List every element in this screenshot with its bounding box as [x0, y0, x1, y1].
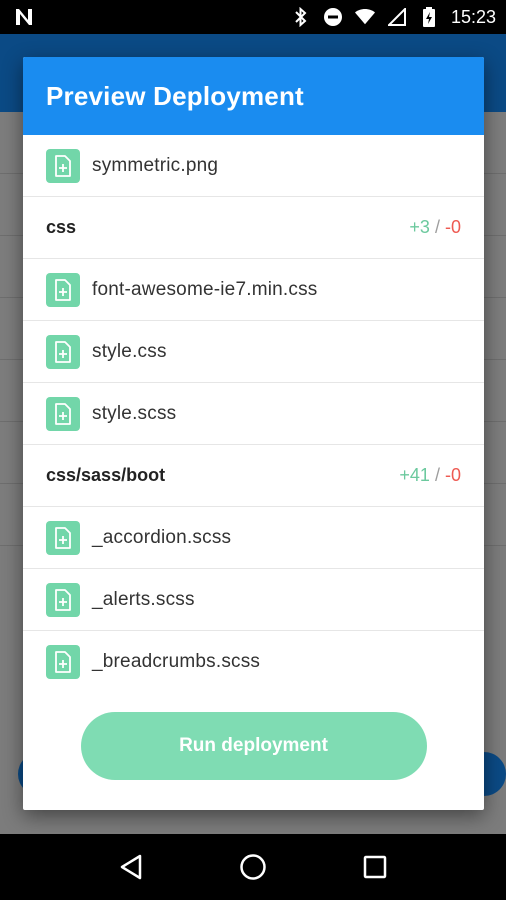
bluetooth-icon — [291, 7, 311, 27]
wifi-icon — [354, 7, 375, 27]
status-time: 15:23 — [450, 6, 496, 27]
file-name: style.css — [92, 340, 167, 362]
stat-separator: / — [434, 465, 440, 485]
n-logo-icon — [14, 7, 34, 27]
file-name: symmetric.png — [92, 154, 219, 176]
folder-group-row: css/sass/boot +41 / -0 — [23, 445, 484, 507]
change-stats: +41 / -0 — [399, 465, 461, 486]
file-name: _alerts.scss — [92, 588, 195, 610]
file-add-icon — [46, 396, 80, 431]
battery-charging-icon — [419, 7, 439, 27]
file-row[interactable]: font-awesome-ie7.min.css — [23, 259, 484, 321]
status-bar: 15:23 — [0, 0, 506, 34]
added-count: +41 — [399, 465, 430, 485]
change-stats: +3 / -0 — [409, 217, 461, 238]
no-sim-icon — [387, 7, 407, 27]
added-count: +3 — [409, 217, 430, 237]
folder-name: css/sass/boot — [46, 465, 166, 485]
file-name: _accordion.scss — [92, 526, 232, 548]
file-add-icon — [46, 582, 80, 617]
file-list[interactable]: symmetric.png css +3 / -0 font-awesome-ie7.… — [23, 135, 484, 685]
file-name: _breadcrumbs.scss — [92, 651, 261, 672]
recents-icon[interactable] — [353, 845, 397, 889]
file-name: font-awesome-ie7.min.css — [92, 278, 318, 300]
file-add-icon — [46, 645, 80, 679]
run-deployment-button[interactable]: Run deployment — [80, 711, 427, 780]
dialog-title: Preview Deployment — [46, 80, 304, 111]
file-add-icon — [46, 272, 80, 307]
navigation-bar — [0, 834, 506, 900]
folder-name: css — [46, 217, 77, 237]
file-row[interactable]: _alerts.scss — [23, 569, 484, 631]
back-icon[interactable] — [109, 845, 153, 889]
file-name: style.scss — [92, 402, 177, 424]
file-add-icon — [46, 148, 80, 183]
preview-deployment-dialog: Preview Deployment symmetric.png css +3 / … — [23, 57, 484, 810]
file-row[interactable]: style.css — [23, 321, 484, 383]
stat-separator: / — [434, 217, 440, 237]
file-row[interactable]: style.scss — [23, 383, 484, 445]
folder-group-row: css +3 / -0 — [23, 197, 484, 259]
file-row[interactable]: _breadcrumbs.scss — [23, 631, 484, 685]
home-icon[interactable] — [231, 845, 275, 889]
dialog-footer: Run deployment — [23, 685, 484, 810]
removed-count: -0 — [444, 465, 461, 485]
file-row[interactable]: symmetric.png — [23, 135, 484, 197]
dialog-header: Preview Deployment — [23, 57, 484, 135]
file-add-icon — [46, 334, 80, 369]
file-row[interactable]: _accordion.scss — [23, 507, 484, 569]
file-add-icon — [46, 520, 80, 555]
do-not-disturb-icon — [323, 7, 343, 27]
removed-count: -0 — [444, 217, 461, 237]
